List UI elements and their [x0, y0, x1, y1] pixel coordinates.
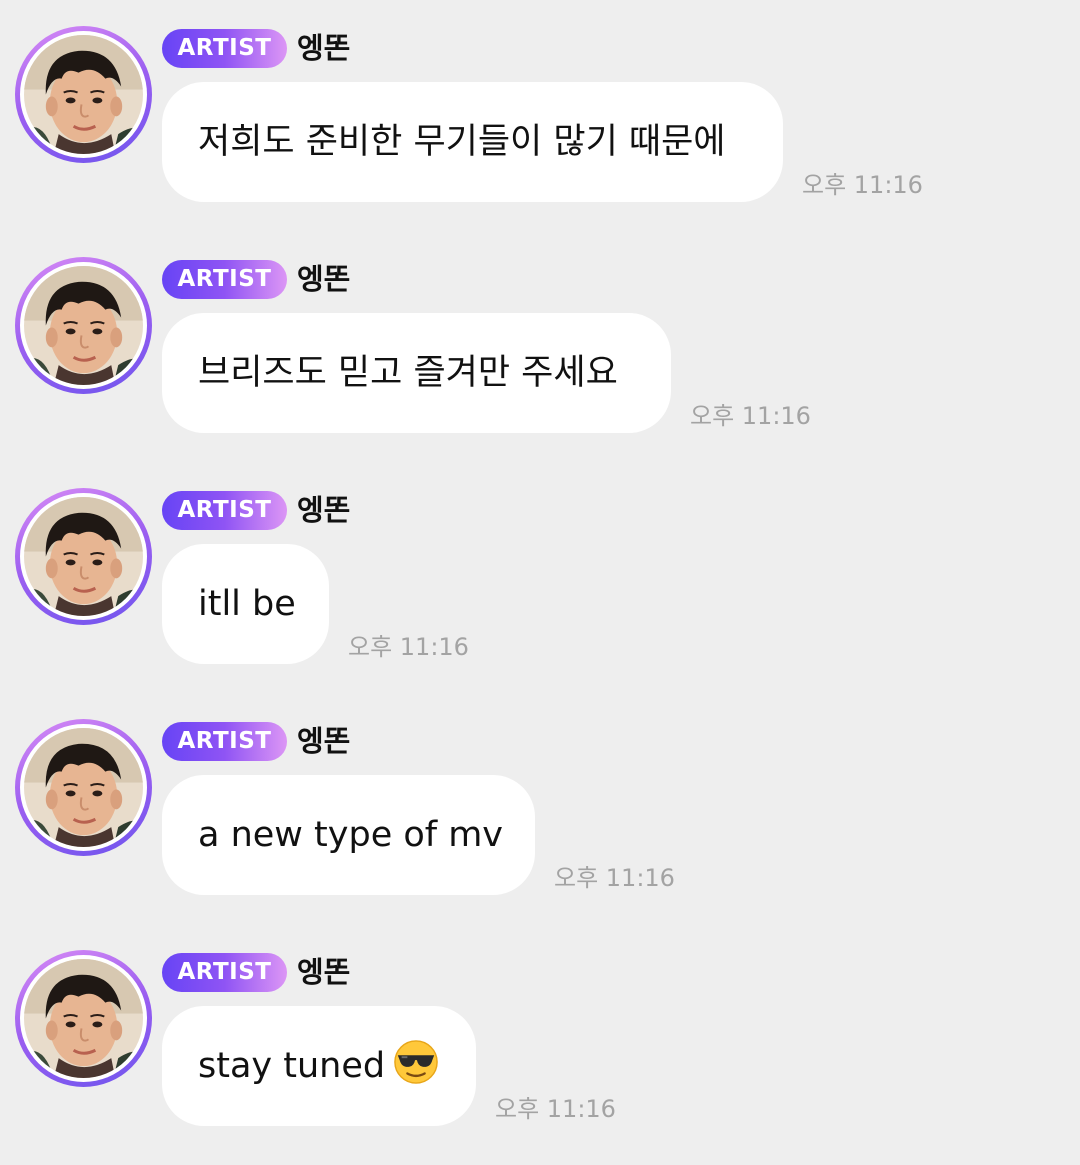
avatar[interactable] — [15, 257, 152, 394]
message-bubble[interactable]: itll be — [162, 544, 329, 664]
artist-badge: ARTIST — [162, 260, 287, 299]
artist-badge: ARTIST — [162, 29, 287, 68]
profile-photo-icon — [24, 959, 143, 1078]
message-timestamp: 오후 11:16 — [495, 1095, 616, 1123]
avatar[interactable] — [15, 950, 152, 1087]
profile-photo-icon — [24, 35, 143, 154]
message-bubble[interactable]: 브리즈도 믿고 즐겨만 주세요 — [162, 313, 671, 433]
chat-message: ARTIST 엥똔 stay tuned 오후 11:16 — [0, 950, 1080, 1150]
profile-photo-icon — [24, 266, 143, 385]
message-text: stay tuned — [198, 1046, 386, 1086]
profile-photo-icon — [24, 728, 143, 847]
message-bubble[interactable]: stay tuned — [162, 1006, 476, 1126]
avatar[interactable] — [15, 26, 152, 163]
avatar[interactable] — [15, 488, 152, 625]
avatar[interactable] — [15, 719, 152, 856]
chat-message: ARTIST 엥똔 브리즈도 믿고 즐겨만 주세요 오후 11:16 — [0, 257, 1080, 457]
message-bubble[interactable]: a new type of mv — [162, 775, 535, 895]
sender-name[interactable]: 엥똔 — [297, 719, 350, 764]
sender-name[interactable]: 엥똔 — [297, 488, 350, 533]
message-text: 저희도 준비한 무기들이 많기 때문에 — [198, 122, 726, 162]
sender-name[interactable]: 엥똔 — [297, 950, 350, 995]
message-text: itll be — [198, 584, 296, 624]
artist-badge: ARTIST — [162, 491, 287, 530]
message-text: a new type of mv — [198, 815, 504, 855]
profile-photo-icon — [24, 497, 143, 616]
message-timestamp: 오후 11:16 — [554, 864, 675, 892]
message-timestamp: 오후 11:16 — [348, 633, 469, 661]
message-timestamp: 오후 11:16 — [690, 402, 811, 430]
chat-message: ARTIST 엥똔 itll be 오후 11:16 — [0, 488, 1080, 688]
message-bubble[interactable]: 저희도 준비한 무기들이 많기 때문에 — [162, 82, 783, 202]
message-timestamp: 오후 11:16 — [802, 171, 923, 199]
chat-message: ARTIST 엥똔 a new type of mv 오후 11:16 — [0, 719, 1080, 919]
artist-badge: ARTIST — [162, 953, 287, 992]
sender-name[interactable]: 엥똔 — [297, 257, 350, 302]
chat-message: ARTIST 엥똔 저희도 준비한 무기들이 많기 때문에 오후 11:16 — [0, 26, 1080, 226]
sunglasses-emoji-icon — [393, 1039, 439, 1085]
message-text: 브리즈도 믿고 즐겨만 주세요 — [198, 353, 618, 393]
sender-name[interactable]: 엥똔 — [297, 26, 350, 71]
chat-message-list[interactable]: ARTIST 엥똔 저희도 준비한 무기들이 많기 때문에 오후 11:16 A… — [0, 0, 1080, 1165]
artist-badge: ARTIST — [162, 722, 287, 761]
